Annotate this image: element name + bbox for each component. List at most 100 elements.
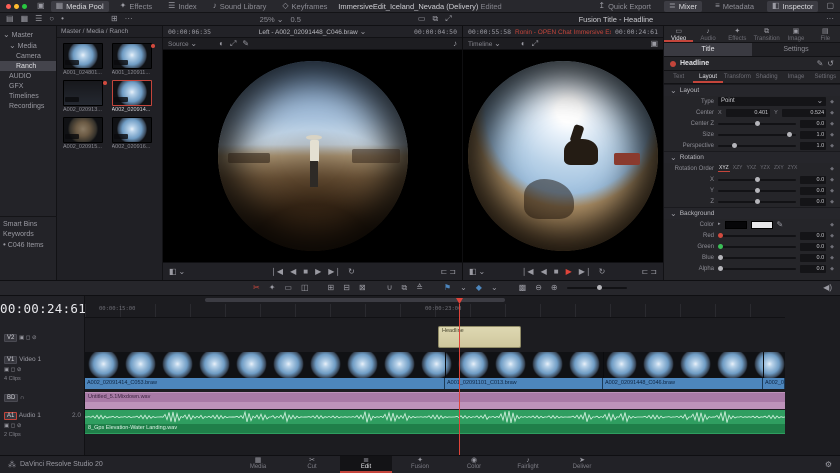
- pool-clip[interactable]: A001_024801...: [63, 43, 108, 76]
- pool-clip[interactable]: A001_120911...: [111, 43, 157, 76]
- smart-bins[interactable]: Smart Bins: [0, 219, 57, 229]
- reset-node-icon[interactable]: ↺: [827, 59, 834, 68]
- jog-icon[interactable]: ◧: [169, 267, 177, 276]
- step-back-icon[interactable]: ◀: [290, 267, 296, 276]
- viewer-zoom-select[interactable]: 25% ⌄: [260, 15, 284, 24]
- timeline-zoom-slider[interactable]: [566, 285, 627, 290]
- list-view-icon[interactable]: ☰: [35, 15, 42, 23]
- mark-out-icon[interactable]: ⊐: [650, 267, 657, 276]
- timeline-name[interactable]: Ronin - OPEN Chat Immersive Export ⌄: [515, 28, 611, 36]
- rotation-z-slider[interactable]: [718, 198, 797, 204]
- rotation-y-field[interactable]: 0.0: [800, 186, 827, 195]
- clip-thumbnail[interactable]: [111, 80, 152, 106]
- page-deliver[interactable]: ➤ Deliver: [556, 456, 608, 473]
- bin-recordings[interactable]: Recordings: [0, 101, 56, 111]
- loop-icon[interactable]: ↻: [348, 267, 355, 276]
- mark-in-icon[interactable]: ⊏: [642, 267, 649, 276]
- replace-clip-icon[interactable]: ⊠: [359, 284, 366, 292]
- track-bd-header[interactable]: BD ∩: [0, 392, 85, 404]
- media-pool-toggle[interactable]: ▦ Media Pool: [50, 0, 109, 12]
- rotation-x-field[interactable]: 0.0: [800, 175, 827, 184]
- selection-mode-icon[interactable]: ▭: [284, 284, 292, 292]
- track-a1-header[interactable]: A1 Audio 1 2.0 ▣ ◻ ⊘ 2 Clips: [0, 410, 85, 440]
- perspective-slider[interactable]: [718, 142, 797, 148]
- video-clip[interactable]: A002_02091448_C046.braw: [603, 378, 763, 389]
- c046-items-bin[interactable]: • C046 Items: [0, 239, 57, 250]
- grid-size-icon[interactable]: ⊞: [111, 15, 118, 23]
- link-clips-icon[interactable]: ⧉: [402, 284, 408, 292]
- keyframe-icon[interactable]: ◆: [830, 199, 834, 205]
- insert-clip-icon[interactable]: ⊞: [328, 284, 335, 292]
- video-clip[interactable]: A001_02091101_C013.braw: [445, 378, 603, 389]
- go-first-frame-icon[interactable]: ❘◀: [521, 267, 534, 276]
- center-y-field[interactable]: 0.524: [781, 108, 827, 117]
- video-clip[interactable]: A002_02091452_C048.braw: [763, 378, 785, 389]
- blue-field[interactable]: 0.0: [800, 253, 827, 262]
- bin-audio[interactable]: AUDIO: [0, 71, 56, 81]
- timeline-scrollbar[interactable]: [85, 298, 785, 302]
- title-subtab[interactable]: Title: [664, 43, 752, 56]
- sort-icon[interactable]: •: [61, 15, 64, 23]
- page-edit[interactable]: ≣ Edit: [340, 456, 392, 473]
- source-mode-select[interactable]: Source ⌄: [168, 39, 197, 48]
- immersive-view-icon[interactable]: ◐: [521, 39, 526, 48]
- keyframe-icon[interactable]: ◆: [830, 143, 834, 149]
- video-track-filmstrip[interactable]: [85, 352, 785, 378]
- tab-transition[interactable]: ⧉ Transition: [752, 26, 781, 42]
- keyframe-icon[interactable]: ◆: [830, 255, 834, 261]
- clip-thumbnail[interactable]: [63, 80, 103, 106]
- video-clip[interactable]: A002_02091414_C053.braw: [85, 378, 445, 389]
- source-canvas[interactable]: [163, 50, 462, 262]
- page-cut[interactable]: ✂ Cut: [286, 456, 338, 473]
- subtab-transform[interactable]: Transform: [723, 71, 752, 83]
- effects-toggle[interactable]: ✦ Effects: [115, 1, 158, 12]
- background-color-swatch[interactable]: [724, 220, 747, 229]
- rotation-y-slider[interactable]: [718, 187, 797, 193]
- rotation-section-header[interactable]: ⌄ Rotation: [664, 151, 840, 163]
- node-enable-dot[interactable]: [670, 60, 676, 67]
- pool-clip[interactable]: A002_020916...: [111, 117, 157, 150]
- keyframe-icon[interactable]: ◆: [830, 188, 834, 194]
- keyframe-icon[interactable]: ◆: [830, 244, 834, 250]
- go-last-frame-icon[interactable]: ▶❘: [579, 267, 592, 276]
- play-icon[interactable]: ▶: [315, 267, 321, 276]
- subtab-text[interactable]: Text: [664, 71, 693, 83]
- page-fairlight[interactable]: ♪ Fairlight: [502, 456, 554, 473]
- marker-icon[interactable]: ◆: [476, 284, 482, 292]
- project-settings-gear-icon[interactable]: ⚙: [825, 461, 832, 469]
- keyframe-icon[interactable]: ◆: [830, 166, 834, 172]
- go-last-frame-icon[interactable]: ▶❘: [328, 267, 341, 276]
- snapping-icon[interactable]: ∪: [387, 284, 393, 292]
- bin-timelines[interactable]: Timelines: [0, 91, 56, 101]
- subtab-layout[interactable]: Layout: [693, 71, 723, 83]
- title-clip-headline[interactable]: Headline: [438, 326, 521, 348]
- blade-edit-mode-icon[interactable]: ✦: [269, 284, 276, 292]
- play-icon-active[interactable]: ▶: [566, 267, 572, 276]
- source-clip-name[interactable]: Left - A002_02091448_C046.braw ⌄: [259, 27, 367, 36]
- timeline-tracks[interactable]: 00:00:15:00 00:00:23:00 Headline A002_02…: [85, 296, 785, 455]
- blue-slider[interactable]: [718, 254, 797, 260]
- mixer-toggle[interactable]: ≣ Mixer: [664, 0, 703, 12]
- dual-viewer-icon[interactable]: ⧉: [432, 15, 438, 23]
- bin-media[interactable]: ⌄ Media: [0, 40, 56, 51]
- tab-image[interactable]: ▣ Image: [781, 26, 810, 42]
- dynamic-trim-icon[interactable]: ◫: [301, 284, 309, 292]
- keyframe-icon[interactable]: ◆: [830, 99, 834, 105]
- clip-thumbnail[interactable]: [111, 43, 152, 69]
- pool-clip-selected[interactable]: A002_020914...: [111, 80, 157, 113]
- position-lock-icon[interactable]: ≙: [416, 284, 423, 292]
- tab-file[interactable]: ▤ File: [811, 26, 840, 42]
- mark-out-icon[interactable]: ⊐: [449, 267, 456, 276]
- inspector-toggle[interactable]: ◧ Inspector: [767, 0, 819, 12]
- index-toggle[interactable]: ☰ Index: [163, 1, 202, 12]
- alpha-field[interactable]: 0.0: [800, 264, 827, 273]
- subtab-settings[interactable]: Settings: [811, 71, 840, 83]
- timeline-view-options-icon[interactable]: ▩: [519, 284, 527, 292]
- close-window-icon[interactable]: [6, 3, 11, 9]
- keyframe-icon[interactable]: ◆: [830, 121, 834, 127]
- track-v1-header[interactable]: V1 Video 1 ▣ ◻ ⊘ 4 Clips: [0, 354, 85, 384]
- timeline-audio-monitor-icon[interactable]: ◀): [823, 284, 832, 292]
- pool-clip[interactable]: A002_020915...: [63, 117, 108, 150]
- timeline-canvas[interactable]: [463, 50, 663, 262]
- transform-tool-icon[interactable]: ⤢: [230, 39, 236, 48]
